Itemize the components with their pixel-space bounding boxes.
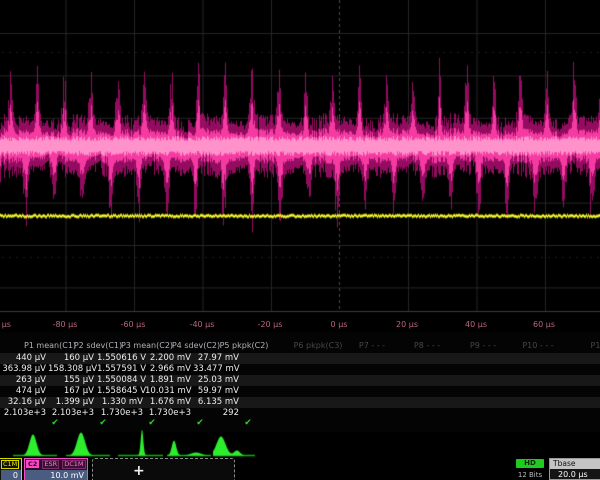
measurement-cell: 155 µV [48,375,94,385]
time-axis-label: 60 µs [533,320,555,329]
measurement-cell: 2.200 mV [145,353,191,363]
measurement-cell: 363.98 µV [0,364,46,374]
measurement-cell: 27.97 mV [193,353,239,363]
param-header-unused[interactable]: P10 - - - [522,341,553,350]
c2-coupling-row: C2 ESR DC1M [25,459,87,470]
measurement-cell: 1.399 µV [48,397,94,407]
c2-esr-chip: ESR [42,460,59,469]
param-header[interactable]: P4 sdev(C2) [172,341,220,350]
c2-coupling-chip: DC1M [62,460,85,469]
param-header-unused[interactable]: P11 [590,341,600,350]
c1-coupling-row: C1M [1,459,21,470]
time-axis-label: 40 µs [465,320,487,329]
param-header-unused[interactable]: P7 - - - [359,341,385,350]
waveform-display[interactable] [0,0,600,314]
measurement-cell: 1.558645 V [97,386,143,396]
measurement-cell: 167 µV [48,386,94,396]
measurement-cell: 1.676 mV [145,397,191,407]
param-header-unused[interactable]: P6 pkpk(C3) [294,341,343,350]
param-header-unused[interactable]: P9 - - - [470,341,496,350]
param-header[interactable]: P5 pkpk(C2) [220,341,269,350]
measurement-cell: 1.550616 V [97,353,143,363]
measurement-cell: 2.103e+3 [48,408,94,418]
status-check-icon: ✔ [148,418,156,428]
c1-vdiv-value: 0 mV [1,470,21,480]
hd-mode-badge[interactable]: HD [516,459,544,468]
param-header[interactable]: P3 mean(C2) [121,341,173,350]
measurement-cell: 292 [193,408,239,418]
time-axis-label: -60 µs [121,320,146,329]
status-check-icon: ✔ [196,418,204,428]
c2-vdiv-value: 10.0 mV [25,470,87,480]
channel-c1-descriptor[interactable]: C1M 0 mV [0,458,22,480]
time-axis-label: 20 µs [396,320,418,329]
param-header-unused[interactable]: P8 - - - [414,341,440,350]
measurement-histicons[interactable] [0,430,600,462]
measurement-cell: 33.477 mV [193,364,239,374]
measurement-cell: 1.730e+3 [145,408,191,418]
measurement-cell: 1.330 mV [97,397,143,407]
measurement-cell: 10.031 mV [145,386,191,396]
time-axis-label: -40 µs [190,320,215,329]
measurement-cell: 160 µV [48,353,94,363]
measurement-cell: 32.16 µV [0,397,46,407]
measurement-cell: 2.103e+3 [0,408,46,418]
add-trace-button[interactable]: + [92,458,235,480]
timebase-descriptor[interactable]: Tbase 20.0 µs [549,458,600,480]
param-header[interactable]: P1 mean(C1) [24,341,76,350]
channel-c2-descriptor[interactable]: C2 ESR DC1M 10.0 mV [24,458,88,480]
time-axis-label: -100 µs [0,320,11,329]
c2-label-chip: C2 [26,460,39,468]
time-axis-label: -20 µs [258,320,283,329]
time-axis: -100 µs -80 µs -60 µs -40 µs -20 µs 0 µs 20 µs… [0,314,600,332]
measurement-cell: 2.966 mV [145,364,191,374]
time-axis-label: 0 µs [331,320,348,329]
hd-bits-label: 12 Bits [510,471,550,479]
status-check-icon: ✔ [99,418,107,428]
timebase-title: Tbase [550,459,600,469]
measurement-cell: 474 µV [0,386,46,396]
timebase-value: 20.0 µs [550,469,600,479]
time-axis-label: -80 µs [53,320,78,329]
measurement-cell: 25.03 mV [193,375,239,385]
measurement-cell: 1.557591 V [97,364,143,374]
measurement-cell: 1.730e+3 [97,408,143,418]
status-check-icon: ✔ [244,418,252,428]
measurement-cell: 158.308 µV [48,364,94,374]
plus-icon: + [133,463,145,479]
measurement-cell: 1.891 mV [145,375,191,385]
measurement-cell: 440 µV [0,353,46,363]
param-header[interactable]: P2 sdev(C1) [74,341,122,350]
status-check-icon: ✔ [51,418,59,428]
measurement-cell: 6.135 mV [193,397,239,407]
measurement-cell: 1.550084 V [97,375,143,385]
measurement-cell: 263 µV [0,375,46,385]
oscilloscope-screen: -100 µs -80 µs -60 µs -40 µs -20 µs 0 µs 20 µs… [0,0,600,480]
measurement-cell: 59.97 mV [193,386,239,396]
c1-coupling-chip: C1M [1,460,19,469]
